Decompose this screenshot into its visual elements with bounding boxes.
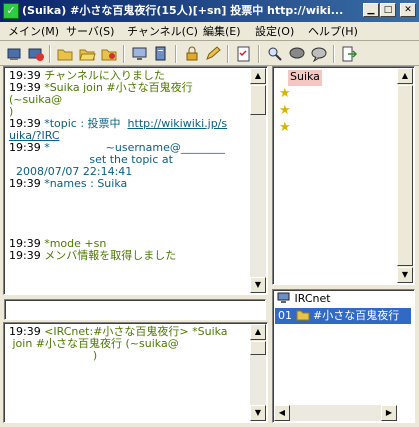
server-name: IRCnet <box>294 292 331 305</box>
close-button[interactable]: ✕ <box>400 3 416 17</box>
menu-server[interactable]: サーバ(S) <box>66 24 114 39</box>
folder-open-icon[interactable] <box>78 45 96 63</box>
log-timestamp: 19:39 <box>9 249 41 262</box>
log-line: ) <box>9 350 247 362</box>
channel-number: 01 <box>278 309 292 322</box>
pencil-icon[interactable] <box>204 45 222 63</box>
channel-tree-hscrollbar[interactable]: ◀ ▶ <box>274 405 397 421</box>
minimize-button[interactable]: ▁ <box>363 3 379 17</box>
scroll-thumb[interactable] <box>250 85 266 115</box>
monitor-icon[interactable] <box>131 45 149 63</box>
connect-icon[interactable] <box>6 45 24 63</box>
scroll-thumb[interactable] <box>250 341 266 355</box>
scroll-up-button[interactable]: ▲ <box>250 324 266 340</box>
menu-edit[interactable]: 編集(E) <box>203 24 241 39</box>
message-input[interactable] <box>4 299 266 320</box>
log-line: 19:39 *names : Suika <box>9 178 247 190</box>
title-bar[interactable]: ✓ (Suika) #小さな百鬼夜行(15人)[+sn] 投票中 http://… <box>0 0 419 22</box>
server-log: 19:39 <IRCnet:#小さな百鬼夜行> *Suika join #小さな… <box>9 326 247 362</box>
log-line: 19:39 メンバ情報を取得しました <box>9 250 247 262</box>
log-text: *names : Suika <box>40 177 128 190</box>
nick-suika[interactable]: Suika <box>288 70 322 86</box>
star-icon[interactable]: ★ <box>279 87 293 103</box>
exit-icon[interactable] <box>340 45 358 63</box>
app-icon[interactable]: ✓ <box>3 3 19 19</box>
channel-log-pane[interactable]: 19:39 チャンネルに入りました 19:39 *Suika join #小さな百… <box>3 66 268 295</box>
scroll-left-button[interactable]: ◀ <box>274 405 290 421</box>
toolbar <box>0 42 419 66</box>
scroll-thumb[interactable] <box>397 85 413 266</box>
log-text: *Suika join #小さな百鬼夜行 <box>40 81 193 94</box>
server-log-pane[interactable]: 19:39 <IRCnet:#小さな百鬼夜行> *Suika join #小さな… <box>3 322 268 423</box>
server-icon[interactable] <box>152 45 170 63</box>
channel-node[interactable]: 01 #小さな百鬼夜行 <box>275 308 411 324</box>
folder-icon[interactable] <box>56 45 74 63</box>
log-line: (~suika@ <box>9 94 247 106</box>
toolbar-separator <box>49 45 51 63</box>
star-icon[interactable]: ★ <box>279 121 293 137</box>
menu-settings[interactable]: 設定(O) <box>255 24 294 39</box>
log-text: メンバ情報を取得しました <box>40 249 177 262</box>
nick-list-pane[interactable]: Suika ★ ★ ★ ▲ ▼ <box>272 66 415 285</box>
star-icon[interactable]: ★ <box>279 104 293 120</box>
toolbar-separator <box>227 45 229 63</box>
server-log-scrollbar[interactable]: ▲ ▼ <box>250 324 266 421</box>
lock-icon[interactable] <box>183 45 201 63</box>
server-monitor-icon <box>277 292 291 304</box>
channel-name: #小さな百鬼夜行 <box>313 309 400 322</box>
log-text: (~suika@ <box>9 93 63 106</box>
main-window: ✓ (Suika) #小さな百鬼夜行(15人)[+sn] 投票中 http://… <box>0 0 419 427</box>
scroll-up-button[interactable]: ▲ <box>397 68 413 84</box>
channel-log: 19:39 チャンネルに入りました 19:39 *Suika join #小さな百… <box>9 70 247 262</box>
server-node[interactable]: IRCnet <box>277 291 331 307</box>
menu-bar: メイン(M) サーバ(S) チャンネル(C) 編集(E) 設定(O) ヘルプ(H… <box>0 22 419 41</box>
channel-log-scrollbar[interactable]: ▲ ▼ <box>250 68 266 293</box>
menu-channel[interactable]: チャンネル(C) <box>127 24 198 39</box>
topic-link[interactable]: http://wikiwiki.jp/s <box>128 117 228 130</box>
channel-tree-pane[interactable]: IRCnet 01 #小さな百鬼夜行 ◀ ▶ <box>272 289 415 423</box>
scroll-up-button[interactable]: ▲ <box>250 68 266 84</box>
disconnect-icon[interactable] <box>27 45 45 63</box>
log-text: ) <box>9 349 98 362</box>
toolbar-separator <box>123 45 125 63</box>
toolbar-separator <box>258 45 260 63</box>
window-title: (Suika) #小さな百鬼夜行(15人)[+sn] 投票中 http://wi… <box>22 4 344 17</box>
log-timestamp: 19:39 <box>9 177 41 190</box>
toolbar-separator <box>333 45 335 63</box>
speech-icon[interactable] <box>288 45 306 63</box>
search-icon[interactable] <box>266 45 284 63</box>
toolbar-separator <box>175 45 177 63</box>
folder-icon <box>296 309 310 321</box>
checklist-icon[interactable] <box>235 45 253 63</box>
nick-list-scrollbar[interactable]: ▲ ▼ <box>397 68 413 283</box>
balloon-icon[interactable] <box>310 45 328 63</box>
scroll-down-button[interactable]: ▼ <box>250 277 266 293</box>
scroll-down-button[interactable]: ▼ <box>250 405 266 421</box>
menu-help[interactable]: ヘルプ(H) <box>308 24 358 39</box>
menu-main[interactable]: メイン(M) <box>8 24 59 39</box>
folder-star-icon[interactable] <box>100 45 118 63</box>
maximize-button[interactable]: □ <box>380 3 396 17</box>
scroll-down-button[interactable]: ▼ <box>397 267 413 283</box>
scroll-right-button[interactable]: ▶ <box>381 405 397 421</box>
